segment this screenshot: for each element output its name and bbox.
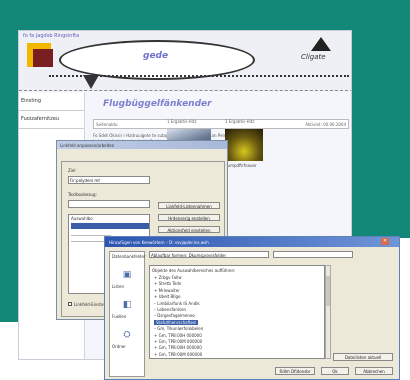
sidebar-item[interactable]: Fuellen	[112, 314, 126, 319]
thumb-caption: Sumpdftrfnauer	[225, 163, 257, 168]
thumb-title: 1 Ergebtis-Hitz	[225, 119, 255, 124]
target-settings-button[interactable]: Hrdenserig enstellen	[158, 214, 220, 221]
dialog-title: Hinzufügen von Kenwörtern – D: vsvjapler…	[105, 237, 399, 247]
dialog-sidebar: Datenbankfelder ▣ Listen ◧ Fuellen ⛭ Ord…	[109, 251, 146, 377]
target-input[interactable]: Fir:polydeni mt	[68, 176, 150, 184]
meta-date: Aktiviet: 00.06.2004	[305, 122, 346, 127]
side-nav-item[interactable]: Fuoizafernitzeu	[19, 111, 84, 129]
document-icon[interactable]: ◧	[120, 300, 134, 312]
checkbox-box[interactable]	[68, 302, 72, 306]
ok-button[interactable]: Ok	[321, 367, 349, 375]
screenshot-frame: fo fa Jagdsb Ringsinfta gede Cligate Ein…	[0, 0, 410, 380]
page-header: fo fa Jagdsb Ringsinfta gede Cligate	[19, 31, 351, 91]
tree-item[interactable]: – Dsrgesfagelmeneo	[154, 313, 195, 318]
path-field[interactable]: Ablaufbar formen: Dkumsprovisfolder	[149, 251, 269, 258]
brand-triangle-icon	[311, 37, 331, 51]
tree-item[interactable]: + Ubelt Bllge	[154, 294, 180, 299]
tree-item[interactable]: – Lebensfanlsen	[154, 307, 186, 312]
meta-left: Seitenaktu	[96, 122, 118, 127]
brand-name: Cligate	[301, 53, 326, 61]
tree-item[interactable]: + Mrlewaiter	[154, 288, 180, 293]
textbox-reference-input[interactable]	[68, 200, 150, 208]
tree-item[interactable]: + Gm, TPB:00H 000000	[154, 333, 202, 338]
tree-item[interactable]: – Gm, Trkunlwrfoliobelen	[154, 326, 203, 331]
thumb-title: 1 Ergebtis-Hitz	[167, 119, 197, 124]
teal-border-left	[0, 0, 18, 322]
speech-bubble-text: gede	[143, 51, 169, 61]
refresh-file-list-button[interactable]: Dateilisten aktuell	[333, 353, 393, 361]
tree-item[interactable]: + Gm, TPB:00M 000000	[154, 352, 202, 357]
logo-maroon-square	[33, 49, 53, 67]
teal-border-top	[0, 0, 410, 30]
tree-item[interactable]: + Gm, TPB:00M 000000	[154, 339, 202, 344]
network-icon[interactable]: ⛭	[120, 330, 134, 342]
details-button[interactable]: Rdlm Dfidonsbr	[275, 367, 315, 375]
close-icon[interactable]: ✕	[381, 238, 389, 245]
tree-item[interactable]: + Stretb Tedn	[154, 281, 181, 286]
sidebar-item[interactable]: Ordner	[112, 344, 126, 349]
dialog-title: Linkfeld anpassen/arbeiten	[57, 141, 227, 149]
page-title: Flugbüggelfänkender	[103, 99, 212, 109]
tree-item[interactable]: – Limbilarfunk IS Andik	[154, 301, 200, 306]
listbox-item-selected[interactable]: Auswahlbo	[71, 216, 93, 221]
add-keywords-dialog: Hinzufügen von Kenwörtern – D: vsvjapler…	[104, 236, 400, 380]
thumbnail-image-lamp[interactable]	[225, 129, 263, 161]
side-nav-item[interactable]: Einsting	[19, 93, 84, 111]
dialog-tabs: Allgemein Text	[61, 153, 112, 170]
tree-header: Objekte des Auswahlbereiches aufführen:	[152, 268, 236, 273]
folder-icon[interactable]: ▣	[120, 270, 134, 282]
tree-item[interactable]: Stafutlhenrschaftesi	[154, 319, 199, 325]
field-label: Textboxbezug:	[68, 192, 97, 197]
tree-item[interactable]: + Gm, TPB:00H 000000	[154, 345, 202, 350]
sidebar-item[interactable]: Listen	[112, 284, 124, 289]
tree-scrollbar[interactable]	[325, 265, 331, 359]
action-settings-button[interactable]: Aktionsfeld einstellen	[158, 226, 220, 233]
dotted-divider	[49, 75, 349, 78]
cancel-button[interactable]: Abbrechen	[355, 367, 393, 375]
teal-border-right	[352, 30, 410, 238]
listbox-selection-highlight	[71, 223, 149, 229]
field-label: Ziel	[68, 168, 76, 173]
filter-field[interactable]	[273, 251, 353, 258]
breadcrumb[interactable]: fo fa Jagdsb Ringsinfta	[23, 33, 79, 39]
brand-logo[interactable]: Cligate	[301, 37, 341, 77]
sidebar-label: Datenbankfelder	[112, 254, 146, 259]
link-list-button[interactable]: Linkfeld-Listennahmen	[158, 202, 220, 209]
scrollbar-thumb[interactable]	[326, 276, 330, 306]
object-tree[interactable]: Objekte des Auswahlbereiches aufführen: …	[149, 265, 325, 359]
tree-item[interactable]: + Zrbgv Fallw	[154, 275, 182, 280]
